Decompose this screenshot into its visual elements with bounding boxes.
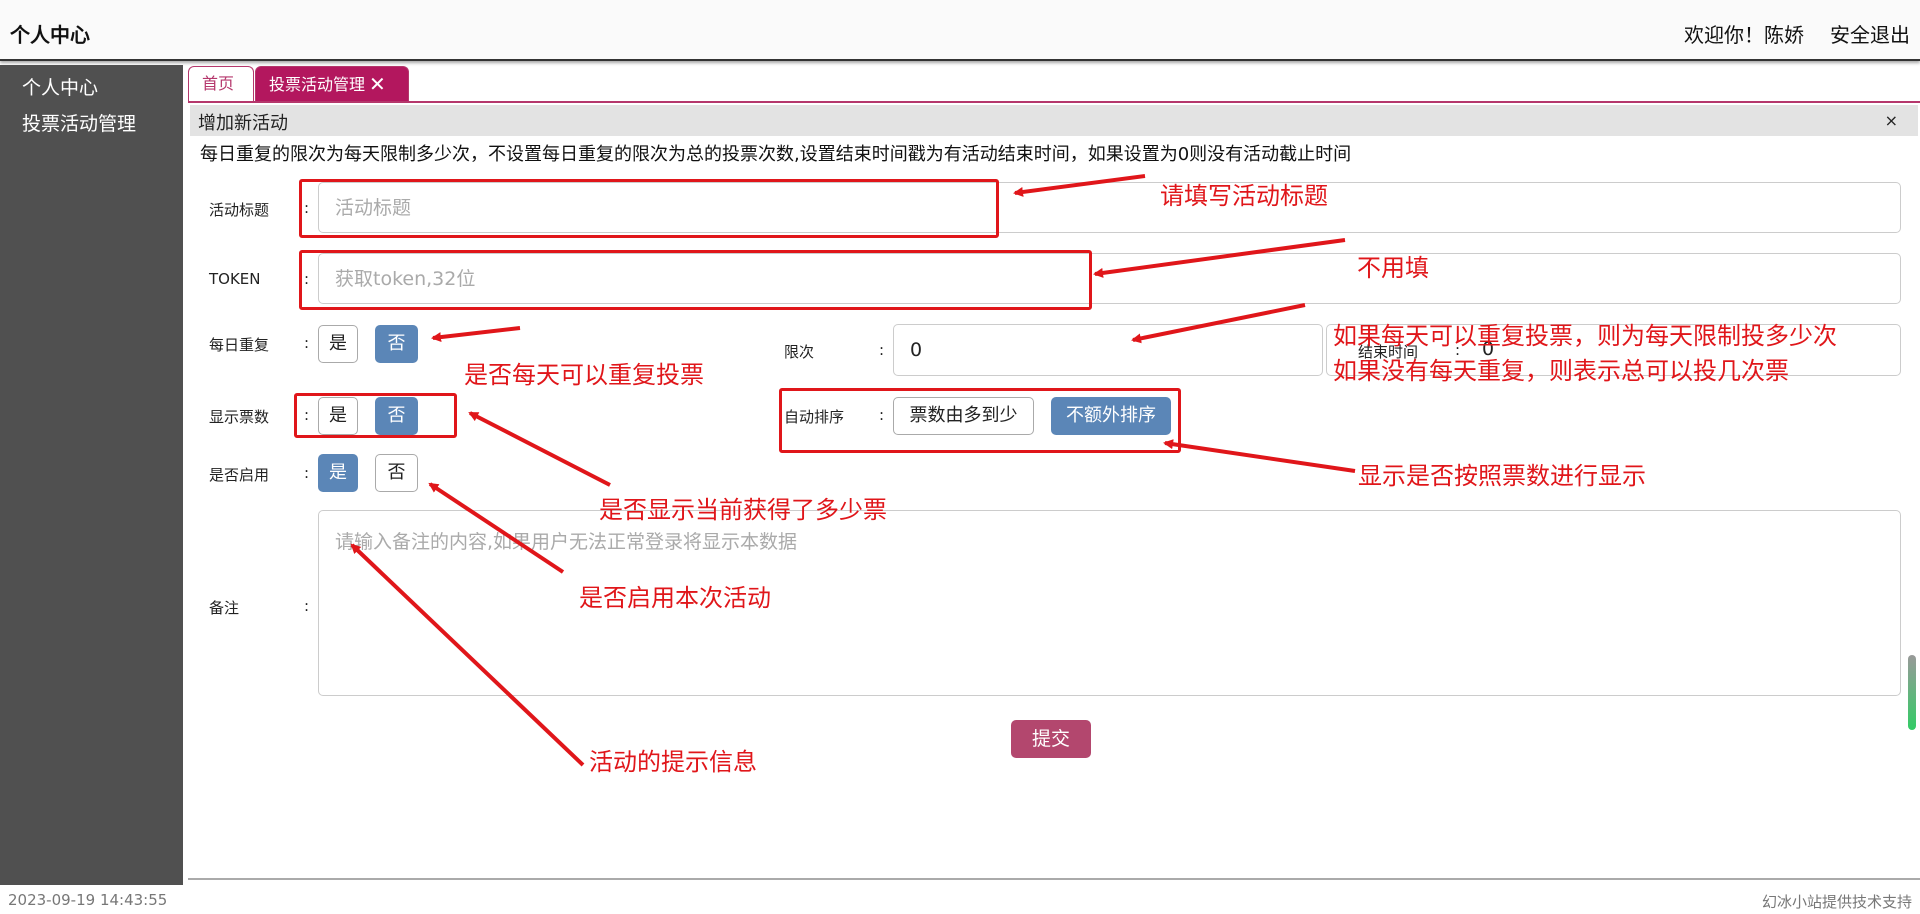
- limit-colon: :: [879, 341, 885, 359]
- annotation-sort: 显示是否按照票数进行显示: [1358, 462, 1646, 490]
- title-label: 活动标题: [209, 201, 270, 219]
- brand-title: 个人中心: [10, 23, 90, 47]
- show-votes-label: 显示票数: [209, 408, 270, 426]
- annotation-enabled: 是否启用本次活动: [579, 584, 771, 612]
- panel-header: 增加新活动 ×: [190, 105, 1918, 136]
- daily-repeat-colon: :: [304, 334, 310, 352]
- annotation-token: 不用填: [1357, 254, 1429, 282]
- annotation-box-token: [299, 250, 1092, 310]
- remark-label: 备注: [209, 599, 240, 617]
- tab-underline: [188, 101, 1920, 103]
- annotation-box-show-votes: [294, 393, 457, 438]
- close-icon[interactable]: ✕: [369, 67, 386, 101]
- tab-vote-activity-label: 投票活动管理: [269, 75, 366, 94]
- tab-home[interactable]: 首页: [188, 66, 254, 102]
- daily-repeat-no-button[interactable]: 否: [375, 325, 418, 363]
- footer-divider: [188, 878, 1920, 880]
- sidebar-item-vote-activity[interactable]: 投票活动管理: [22, 109, 136, 136]
- tab-home-label: 首页: [202, 74, 235, 93]
- enabled-label: 是否启用: [209, 466, 270, 484]
- annotation-box-sort: [779, 388, 1181, 453]
- remark-textarea[interactable]: [318, 510, 1901, 696]
- limit-input[interactable]: [893, 324, 1323, 376]
- limit-label: 限次: [784, 343, 815, 361]
- panel-close-button[interactable]: ×: [1885, 111, 1898, 130]
- panel-title: 增加新活动: [198, 113, 288, 134]
- enabled-colon: :: [304, 464, 310, 482]
- scrollbar-thumb[interactable]: [1908, 655, 1916, 730]
- welcome-text: 欢迎你！陈娇: [1684, 23, 1804, 47]
- token-label: TOKEN: [209, 270, 261, 288]
- annotation-daily: 是否每天可以重复投票: [464, 361, 704, 389]
- annotation-limit-1: 如果每天可以重复投票，则为每天限制投多少次: [1333, 322, 1837, 350]
- remark-colon: :: [304, 597, 310, 615]
- daily-repeat-label: 每日重复: [209, 336, 270, 354]
- daily-repeat-yes-button[interactable]: 是: [318, 325, 358, 363]
- annotation-limit-2: 如果没有每天重复，则表示总可以投几次票: [1333, 357, 1789, 385]
- tab-vote-activity[interactable]: 投票活动管理 ✕: [255, 66, 409, 102]
- annotation-title: 请填写活动标题: [1160, 182, 1328, 210]
- annotation-box-title: [299, 179, 999, 238]
- submit-button[interactable]: 提交: [1011, 720, 1091, 758]
- top-bar: 个人中心 欢迎你！陈娇 安全退出: [0, 0, 1920, 61]
- enabled-yes-button[interactable]: 是: [318, 454, 358, 492]
- footer-timestamp: 2023-09-19 14:43:55: [8, 891, 168, 909]
- annotation-remark: 活动的提示信息: [589, 748, 757, 776]
- footer-credit: 幻冰小站提供技术支持: [1761, 893, 1912, 911]
- logout-link[interactable]: 安全退出: [1830, 19, 1910, 48]
- sidebar-item-personal-center[interactable]: 个人中心: [22, 73, 98, 100]
- form-instructions: 每日重复的限次为每天限制多少次，不设置每日重复的限次为总的投票次数,设置结束时间…: [200, 144, 1352, 165]
- annotation-show-votes: 是否显示当前获得了多少票: [599, 496, 887, 524]
- sidebar: 个人中心 投票活动管理: [0, 65, 183, 885]
- enabled-no-button[interactable]: 否: [375, 454, 418, 492]
